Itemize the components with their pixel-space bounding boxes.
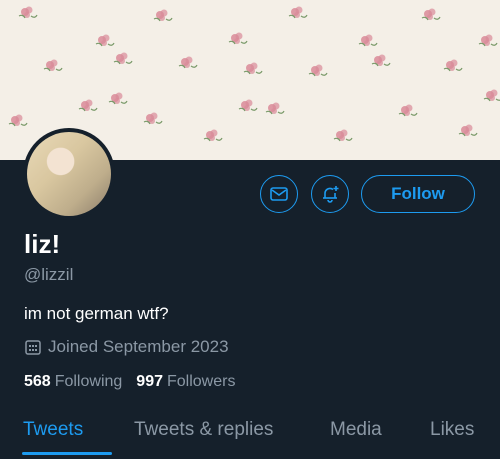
follow-button[interactable]: Follow [361, 175, 475, 213]
flower-pattern-icon [265, 102, 285, 115]
tab-tweets-replies[interactable]: Tweets & replies [134, 419, 273, 441]
flower-pattern-icon [243, 62, 263, 75]
notifications-button[interactable] [311, 175, 349, 213]
flower-pattern-icon [8, 114, 28, 127]
flower-pattern-icon [153, 9, 173, 22]
flower-pattern-icon [308, 64, 328, 77]
handle: @lizzil [24, 265, 74, 284]
flower-pattern-icon [443, 59, 463, 72]
followers-link[interactable]: 997 Followers [136, 373, 235, 391]
following-count: 568 [24, 373, 51, 390]
following-label: Following [54, 373, 123, 390]
message-button[interactable] [260, 175, 298, 213]
flower-pattern-icon [43, 59, 63, 72]
flower-pattern-icon [371, 54, 391, 67]
flower-pattern-icon [483, 89, 500, 102]
flower-pattern-icon [358, 34, 378, 47]
active-tab-indicator [22, 452, 112, 455]
flower-pattern-icon [143, 112, 163, 125]
flower-pattern-icon [113, 52, 133, 65]
flower-pattern-icon [78, 99, 98, 112]
flower-pattern-icon [288, 6, 308, 19]
joined-date: Joined September 2023 [24, 337, 229, 357]
flower-pattern-icon [398, 104, 418, 117]
profile-tabs: Tweets Tweets & replies Media Likes [0, 405, 500, 459]
followers-count: 997 [136, 373, 163, 390]
profile-stats: 568 Following 997 Followers [24, 373, 235, 391]
bio: im not german wtf? [24, 304, 169, 323]
flower-pattern-icon [421, 8, 441, 21]
flower-pattern-icon [238, 99, 258, 112]
avatar-image [27, 132, 111, 216]
followers-label: Followers [167, 373, 236, 390]
tab-media[interactable]: Media [330, 419, 382, 441]
display-name: liz! [24, 229, 61, 259]
calendar-icon [25, 340, 41, 355]
flower-pattern-icon [478, 34, 498, 47]
following-link[interactable]: 568 Following [24, 373, 122, 391]
envelope-icon [270, 187, 288, 201]
joined-text: Joined September 2023 [48, 337, 229, 356]
flower-pattern-icon [458, 124, 478, 137]
flower-pattern-icon [18, 6, 38, 19]
flower-pattern-icon [333, 129, 353, 142]
flower-pattern-icon [228, 32, 248, 45]
flower-pattern-icon [108, 92, 128, 105]
avatar[interactable] [23, 128, 115, 220]
tab-likes[interactable]: Likes [430, 419, 474, 441]
tab-tweets[interactable]: Tweets [23, 419, 83, 441]
bell-plus-icon [323, 186, 339, 203]
flower-pattern-icon [203, 129, 223, 142]
flower-pattern-icon [178, 56, 198, 69]
